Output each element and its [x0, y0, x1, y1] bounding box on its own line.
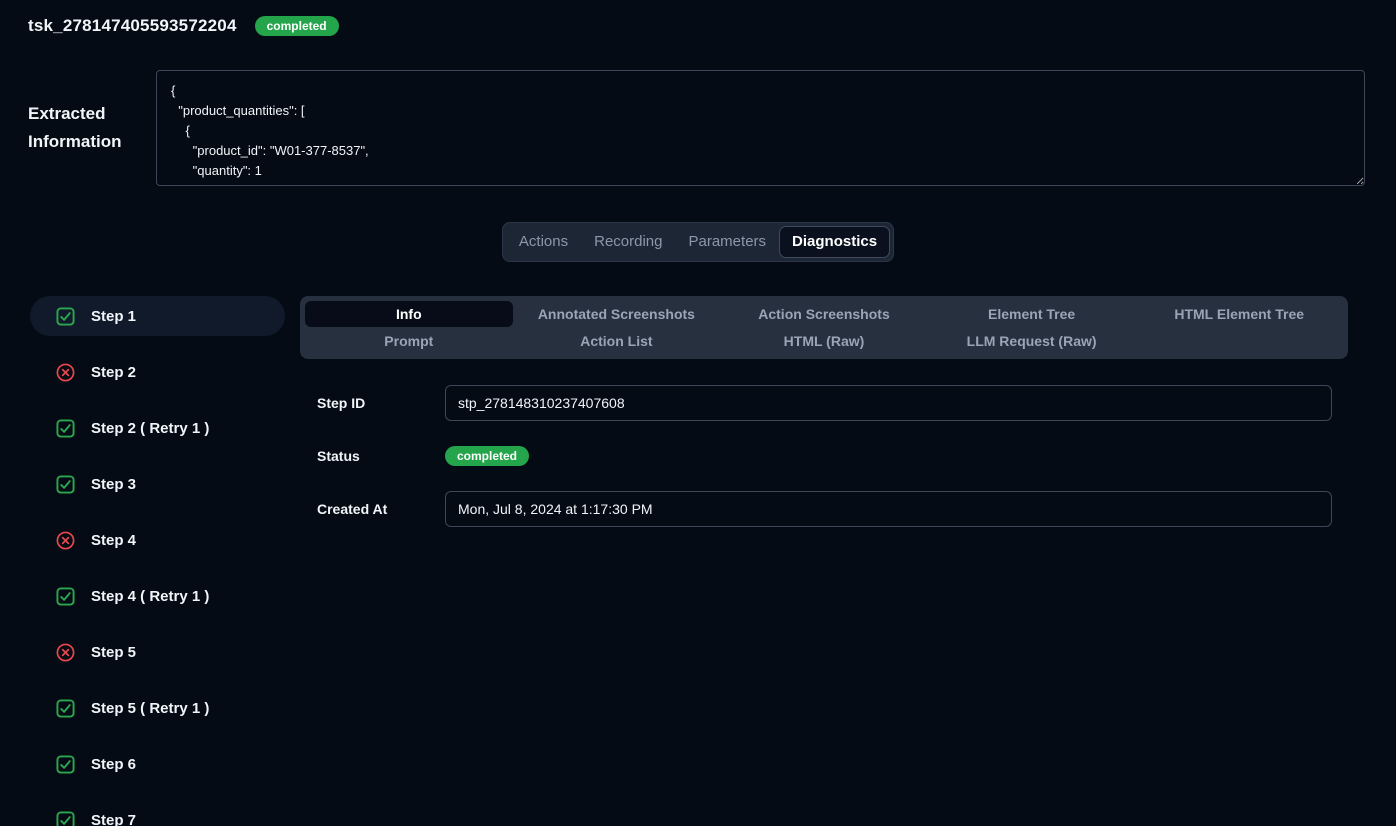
task-status-badge: completed [255, 16, 339, 36]
subtab-llm-request-raw[interactable]: LLM Request (Raw) [928, 328, 1136, 354]
step-success-check-icon [56, 699, 75, 718]
subtab-html-raw[interactable]: HTML (Raw) [720, 328, 928, 354]
tab-parameters[interactable]: Parameters [676, 226, 780, 258]
extracted-information-textarea[interactable]: { "product_quantities": [ { "product_id"… [156, 70, 1365, 186]
step-list-item[interactable]: Step 2 [30, 352, 285, 392]
diagnostics-subtab-bar: Info Annotated Screenshots Action Screen… [300, 296, 1348, 359]
step-list-item[interactable]: Step 6 [30, 744, 285, 784]
step-label: Step 3 [91, 476, 136, 493]
subtab-html-element-tree[interactable]: HTML Element Tree [1135, 301, 1343, 327]
created-at-label: Created At [317, 501, 445, 517]
step-id-row: Step ID [300, 385, 1348, 421]
step-id-input[interactable] [445, 385, 1332, 421]
step-list-item[interactable]: Step 7 [30, 800, 285, 826]
extracted-information-label: Extracted Information [28, 100, 156, 156]
step-label: Step 2 ( Retry 1 ) [91, 420, 209, 437]
step-label: Step 4 ( Retry 1 ) [91, 588, 209, 605]
step-label: Step 2 [91, 364, 136, 381]
created-at-input[interactable] [445, 491, 1332, 527]
step-list-item[interactable]: Step 1 [30, 296, 285, 336]
step-success-check-icon [56, 755, 75, 774]
step-error-icon [56, 531, 75, 550]
step-label: Step 6 [91, 756, 136, 773]
step-success-check-icon [56, 587, 75, 606]
step-list-item[interactable]: Step 4 ( Retry 1 ) [30, 576, 285, 616]
subtab-annotated-screenshots[interactable]: Annotated Screenshots [513, 301, 721, 327]
task-id-title: tsk_278147405593572204 [28, 16, 237, 36]
subtab-action-list[interactable]: Action List [513, 328, 721, 354]
step-list-item[interactable]: Step 5 ( Retry 1 ) [30, 688, 285, 728]
created-at-row: Created At [300, 491, 1348, 527]
step-error-icon [56, 363, 75, 382]
step-label: Step 4 [91, 532, 136, 549]
step-id-label: Step ID [317, 395, 445, 411]
diagnostics-panel: Info Annotated Screenshots Action Screen… [300, 296, 1348, 826]
subtab-info[interactable]: Info [305, 301, 513, 327]
subtab-action-screenshots[interactable]: Action Screenshots [720, 301, 928, 327]
step-info-fields: Step ID Status completed Created At [300, 385, 1348, 527]
page-header: tsk_278147405593572204 completed [0, 0, 1396, 38]
step-success-check-icon [56, 419, 75, 438]
extracted-information-section: Extracted Information { "product_quantit… [0, 70, 1396, 186]
extracted-label-line2: Information [28, 128, 156, 156]
content-area: Step 1 Step 2 Step 2 ( Retry 1 ) Step 3 … [0, 296, 1396, 826]
step-list-item[interactable]: Step 4 [30, 520, 285, 560]
step-label: Step 1 [91, 308, 136, 325]
status-label: Status [317, 448, 445, 464]
step-list-item[interactable]: Step 2 ( Retry 1 ) [30, 408, 285, 448]
status-row: Status completed [300, 438, 1348, 474]
tab-actions[interactable]: Actions [506, 226, 581, 258]
subtab-empty-cell [1135, 328, 1343, 354]
steps-sidebar: Step 1 Step 2 Step 2 ( Retry 1 ) Step 3 … [30, 296, 285, 826]
step-list-item[interactable]: Step 5 [30, 632, 285, 672]
tab-recording[interactable]: Recording [581, 226, 675, 258]
main-tab-bar: Actions Recording Parameters Diagnostics [502, 222, 894, 262]
step-status-badge: completed [445, 446, 529, 466]
step-error-icon [56, 643, 75, 662]
step-label: Step 5 ( Retry 1 ) [91, 700, 209, 717]
step-success-check-icon [56, 475, 75, 494]
tab-diagnostics[interactable]: Diagnostics [779, 226, 890, 258]
subtab-prompt[interactable]: Prompt [305, 328, 513, 354]
step-success-check-icon [56, 307, 75, 326]
step-success-check-icon [56, 811, 75, 826]
step-label: Step 5 [91, 644, 136, 661]
extracted-label-line1: Extracted [28, 100, 156, 128]
step-list-item[interactable]: Step 3 [30, 464, 285, 504]
subtab-element-tree[interactable]: Element Tree [928, 301, 1136, 327]
step-label: Step 7 [91, 812, 136, 826]
